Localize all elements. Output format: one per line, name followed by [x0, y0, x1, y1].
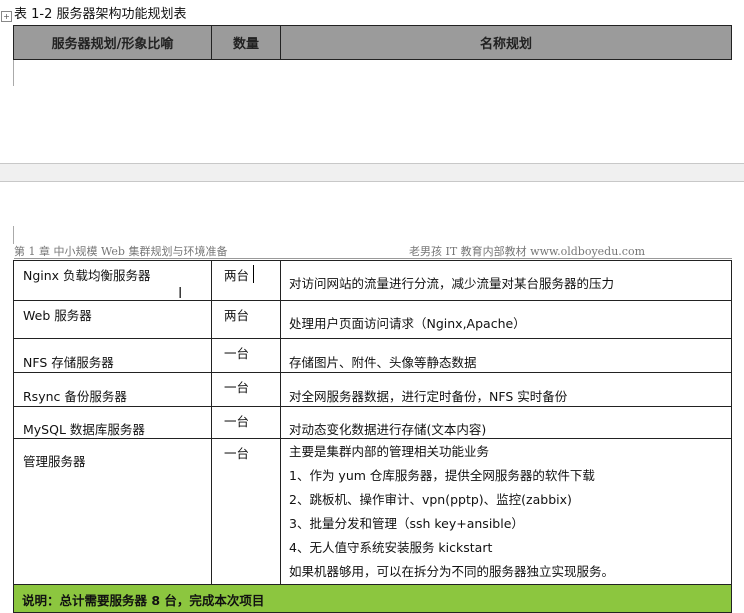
table-row: MySQL 数据库服务器 一台 对动态变化数据进行存储(文本内容): [13, 406, 732, 439]
cell-count[interactable]: 两台: [211, 260, 281, 301]
cell-name[interactable]: NFS 存储服务器: [13, 338, 212, 373]
note-cell[interactable]: 说明：总计需要服务器 8 台，完成本次项目: [13, 584, 732, 613]
header-col-plan: 服务器规划/形象比喻: [13, 25, 212, 60]
cell-desc[interactable]: 对访问网站的流量进行分流，减少流量对某台服务器的压力: [280, 260, 732, 301]
table-move-handle-icon[interactable]: +: [1, 11, 12, 22]
table-row: Rsync 备份服务器 一台 对全网服务器数据，进行定时备份，NFS 实时备份: [13, 372, 732, 407]
page-header-rule: [14, 258, 732, 259]
text-cursor-icon: I: [178, 284, 183, 302]
table-header: 服务器规划/形象比喻 数量 名称规划: [13, 25, 732, 60]
desc-line: 2、跳板机、操作审计、vpn(pptp)、监控(zabbix): [289, 492, 572, 507]
table-row: 管理服务器 一台 主要是集群内部的管理相关功能业务 1、作为 yum 仓库服务器…: [13, 438, 732, 585]
margin-mark: [13, 60, 14, 86]
text-caret: [253, 265, 254, 283]
header-col-name: 名称规划: [280, 25, 732, 60]
page-header-left: 第 1 章 中小规模 Web 集群规划与环境准备: [14, 245, 228, 258]
cell-desc[interactable]: 主要是集群内部的管理相关功能业务 1、作为 yum 仓库服务器，提供全网服务器的…: [280, 438, 732, 585]
cell-count[interactable]: 一台: [211, 438, 281, 585]
cell-desc[interactable]: 对全网服务器数据，进行定时备份，NFS 实时备份: [280, 372, 732, 407]
desc-line: 主要是集群内部的管理相关功能业务: [289, 444, 490, 459]
table-row: 说明：总计需要服务器 8 台，完成本次项目: [13, 584, 732, 613]
page-break: [0, 163, 744, 182]
table-row: NFS 存储服务器 一台 存储图片、附件、头像等静态数据: [13, 338, 732, 373]
desc-line: 3、批量分发和管理（ssh key+ansible）: [289, 516, 524, 531]
cell-count[interactable]: 两台: [211, 300, 281, 339]
page-header-right: 老男孩 IT 教育内部教材 www.oldboyedu.com: [409, 245, 646, 258]
cell-name[interactable]: 管理服务器: [13, 438, 212, 585]
cell-count[interactable]: 一台: [211, 406, 281, 439]
table-row: Nginx 负载均衡服务器 两台 对访问网站的流量进行分流，减少流量对某台服务器…: [13, 260, 732, 301]
header-col-count: 数量: [211, 25, 281, 60]
table-row: Web 服务器 两台 处理用户页面访问请求（Nginx,Apache）: [13, 300, 732, 339]
cell-name[interactable]: Rsync 备份服务器: [13, 372, 212, 407]
cell-name[interactable]: MySQL 数据库服务器: [13, 406, 212, 439]
desc-line: 如果机器够用，可以在拆分为不同的服务器独立实现服务。: [289, 564, 615, 579]
cell-desc[interactable]: 对动态变化数据进行存储(文本内容): [280, 406, 732, 439]
server-plan-table: Nginx 负载均衡服务器 两台 对访问网站的流量进行分流，减少流量对某台服务器…: [13, 260, 732, 613]
table-caption: 表 1-2 服务器架构功能规划表: [14, 7, 187, 22]
cell-desc[interactable]: 存储图片、附件、头像等静态数据: [280, 338, 732, 373]
desc-line: 4、无人值守系统安装服务 kickstart: [289, 540, 493, 555]
margin-mark: [13, 226, 14, 244]
cell-desc[interactable]: 处理用户页面访问请求（Nginx,Apache）: [280, 300, 732, 339]
cell-count[interactable]: 一台: [211, 372, 281, 407]
cell-name[interactable]: Web 服务器: [13, 300, 212, 339]
desc-line: 1、作为 yum 仓库服务器，提供全网服务器的软件下载: [289, 468, 595, 483]
cell-count[interactable]: 一台: [211, 338, 281, 373]
